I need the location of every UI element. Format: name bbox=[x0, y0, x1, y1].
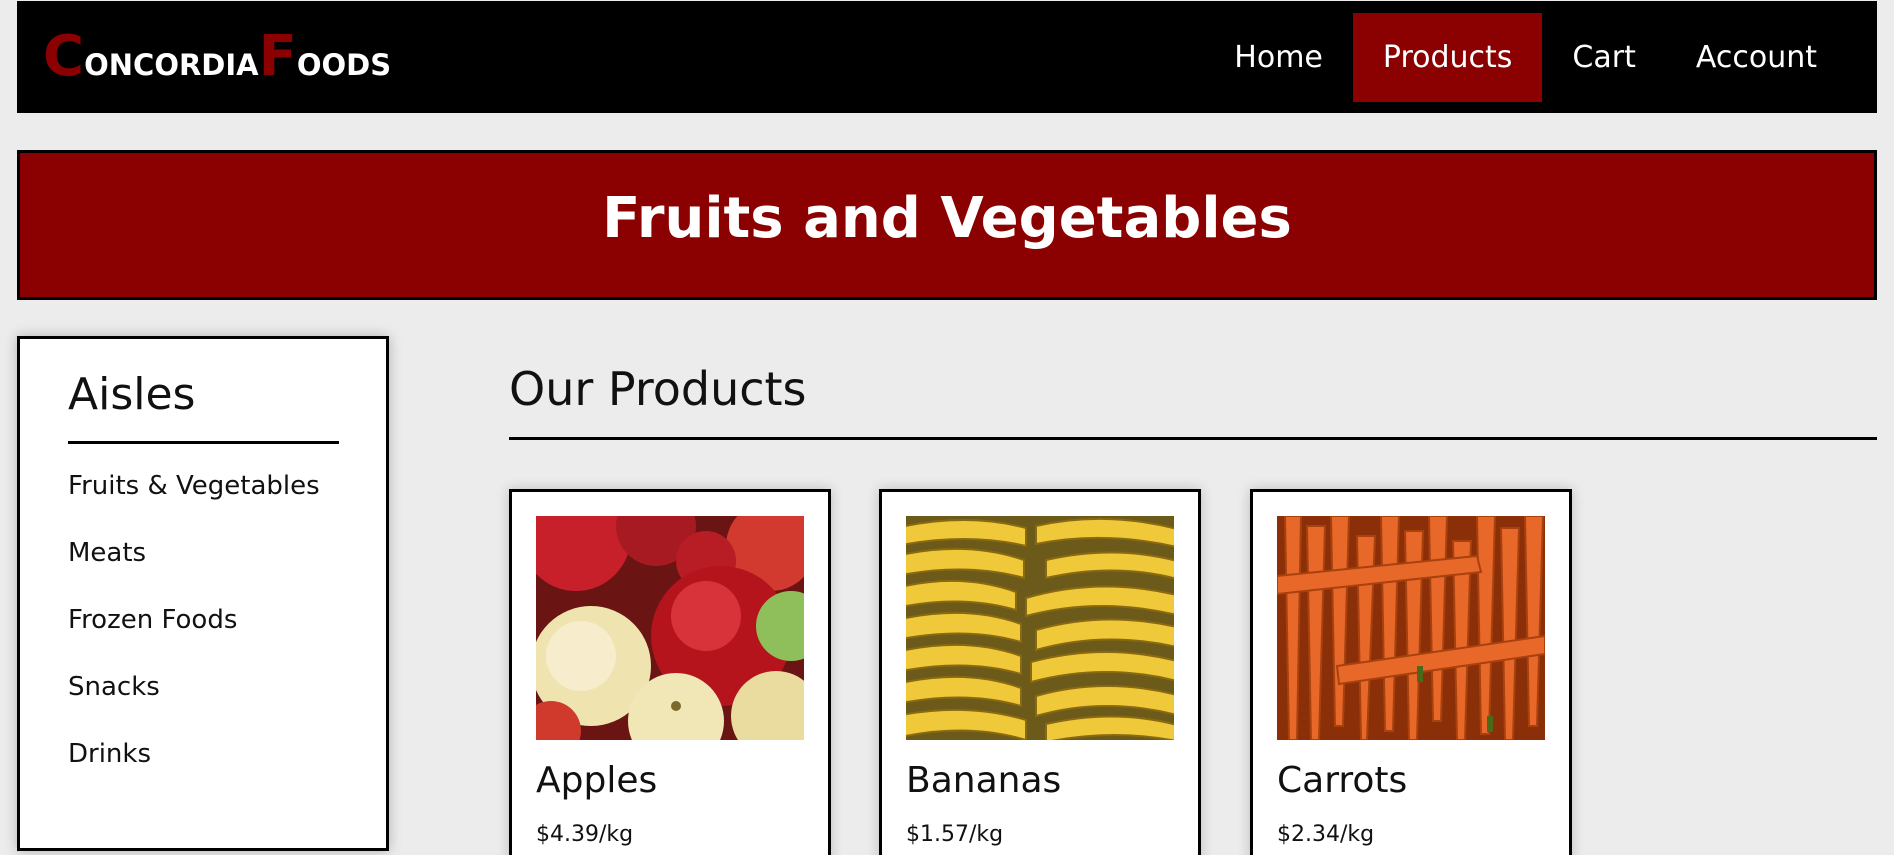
banner-title: Fruits and Vegetables bbox=[602, 185, 1292, 251]
product-card-apples[interactable]: Apples $4.39/kg bbox=[509, 489, 831, 855]
logo-word-concordia: ONCORDIA bbox=[84, 48, 259, 82]
aisle-link-snacks[interactable]: Snacks bbox=[68, 670, 320, 737]
aisles-sidebar: Aisles Fruits & Vegetables Meats Frozen … bbox=[17, 336, 389, 851]
product-card-bananas[interactable]: Bananas $1.57/kg bbox=[879, 489, 1201, 855]
logo-letter-c: C bbox=[43, 24, 85, 89]
product-price: $4.39/kg bbox=[536, 822, 634, 847]
aisle-link-fruits-vegetables[interactable]: Fruits & Vegetables bbox=[68, 469, 320, 536]
product-name: Bananas bbox=[906, 760, 1062, 801]
product-name: Carrots bbox=[1277, 760, 1408, 801]
product-price: $2.34/kg bbox=[1277, 822, 1375, 847]
products-heading: Our Products bbox=[509, 362, 807, 416]
main-nav: Home Products Cart Account bbox=[1204, 1, 1847, 113]
aisle-link-drinks[interactable]: Drinks bbox=[68, 737, 320, 804]
nav-link-account[interactable]: Account bbox=[1666, 13, 1847, 102]
product-card-carrots[interactable]: Carrots $2.34/kg bbox=[1250, 489, 1572, 855]
product-price: $1.57/kg bbox=[906, 822, 1004, 847]
products-divider bbox=[509, 437, 1877, 440]
aisle-link-meats[interactable]: Meats bbox=[68, 536, 320, 603]
nav-link-cart[interactable]: Cart bbox=[1542, 13, 1665, 102]
site-logo[interactable]: C ONCORDIA F OODS bbox=[43, 29, 391, 85]
nav-link-home[interactable]: Home bbox=[1204, 13, 1353, 102]
product-name: Apples bbox=[536, 760, 658, 801]
logo-letter-f: F bbox=[258, 24, 297, 89]
category-banner: Fruits and Vegetables bbox=[17, 150, 1877, 300]
nav-link-products[interactable]: Products bbox=[1352, 12, 1543, 102]
sidebar-title: Aisles bbox=[68, 369, 196, 420]
logo-word-foods: OODS bbox=[296, 48, 392, 82]
top-navbar: C ONCORDIA F OODS Home Products Cart Accoun… bbox=[17, 1, 1877, 113]
bananas-photo[interactable] bbox=[906, 516, 1174, 740]
apples-photo[interactable] bbox=[536, 516, 804, 740]
sidebar-divider bbox=[68, 441, 339, 444]
aisle-list: Fruits & Vegetables Meats Frozen Foods S… bbox=[68, 469, 320, 804]
carrots-photo[interactable] bbox=[1277, 516, 1545, 740]
aisle-link-frozen-foods[interactable]: Frozen Foods bbox=[68, 603, 320, 670]
